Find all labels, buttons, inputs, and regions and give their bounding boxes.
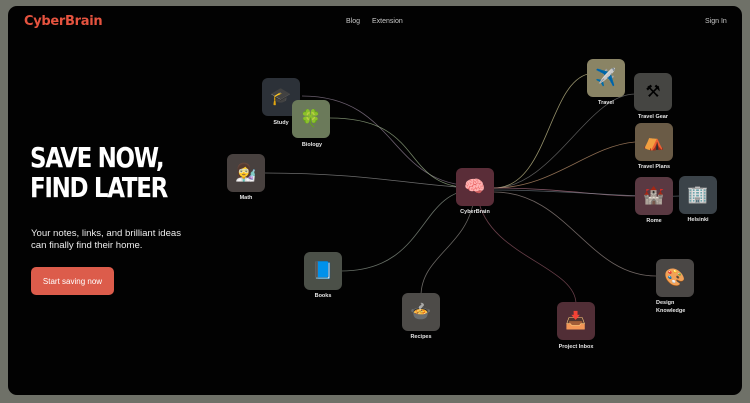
- airplane-icon: ✈️: [595, 67, 617, 88]
- node-recipes[interactable]: 🍲: [402, 293, 440, 331]
- castle-icon: 🏰: [643, 185, 665, 206]
- bowl-icon: 🍲: [410, 301, 432, 322]
- node-math[interactable]: 👩‍🔬: [227, 154, 265, 192]
- node-travel-gear[interactable]: ⚒: [634, 73, 672, 111]
- building-icon: 🏢: [687, 184, 709, 205]
- center-node[interactable]: 🧠: [456, 168, 494, 206]
- node-travel[interactable]: ✈️: [587, 59, 625, 97]
- graduation-cap-icon: 🎓: [270, 86, 292, 107]
- node-helsinki[interactable]: 🏢: [679, 176, 717, 214]
- node-design-knowledge-label: Design Knowledge: [656, 300, 686, 314]
- node-travel-plans-label: Travel Plans: [637, 164, 671, 170]
- app-frame: CyberBrain Blog Extension Sign In SAVE N…: [8, 6, 742, 395]
- brain-icon: 🧠: [464, 176, 486, 197]
- graph-edge-travel-gear: [493, 93, 636, 189]
- clover-icon: 🍀: [300, 108, 322, 129]
- node-recipes-label: Recipes: [410, 334, 432, 340]
- tent-icon: ⛺: [643, 131, 665, 152]
- graph-edges: [264, 73, 681, 305]
- node-travel-label: Travel: [598, 100, 614, 106]
- graph-edge-travel: [493, 73, 589, 189]
- node-travel-plans[interactable]: ⛺: [635, 123, 673, 161]
- node-rome[interactable]: 🏰: [635, 177, 673, 215]
- node-biology[interactable]: 🍀: [292, 100, 330, 138]
- node-study-label: Study: [273, 120, 289, 126]
- center-node-label: CyberBrain: [460, 209, 490, 215]
- node-books-label: Books: [314, 293, 332, 299]
- graph-edge-design-knowledge: [493, 191, 657, 277]
- inbox-tray-icon: 📥: [565, 310, 587, 331]
- graph-edge-biology: [329, 117, 475, 189]
- scientist-icon: 👩‍🔬: [235, 162, 257, 183]
- node-biology-label: Biology: [301, 142, 323, 148]
- node-books[interactable]: 📘: [304, 252, 342, 290]
- node-math-label: Math: [239, 195, 253, 201]
- node-design-knowledge[interactable]: 🎨: [656, 259, 694, 297]
- palette-icon: 🎨: [664, 267, 686, 288]
- node-project-inbox-label: Project Inbox: [558, 344, 594, 350]
- pick-icon: ⚒: [645, 81, 661, 102]
- node-travel-gear-label: Travel Gear: [638, 114, 668, 120]
- node-helsinki-label: Helsinki: [687, 217, 709, 223]
- node-project-inbox[interactable]: 📥: [557, 302, 595, 340]
- graph-edge-books: [340, 189, 475, 272]
- node-rome-label: Rome: [646, 218, 662, 224]
- book-icon: 📘: [312, 260, 334, 281]
- graph-edge-project-inbox: [477, 197, 577, 305]
